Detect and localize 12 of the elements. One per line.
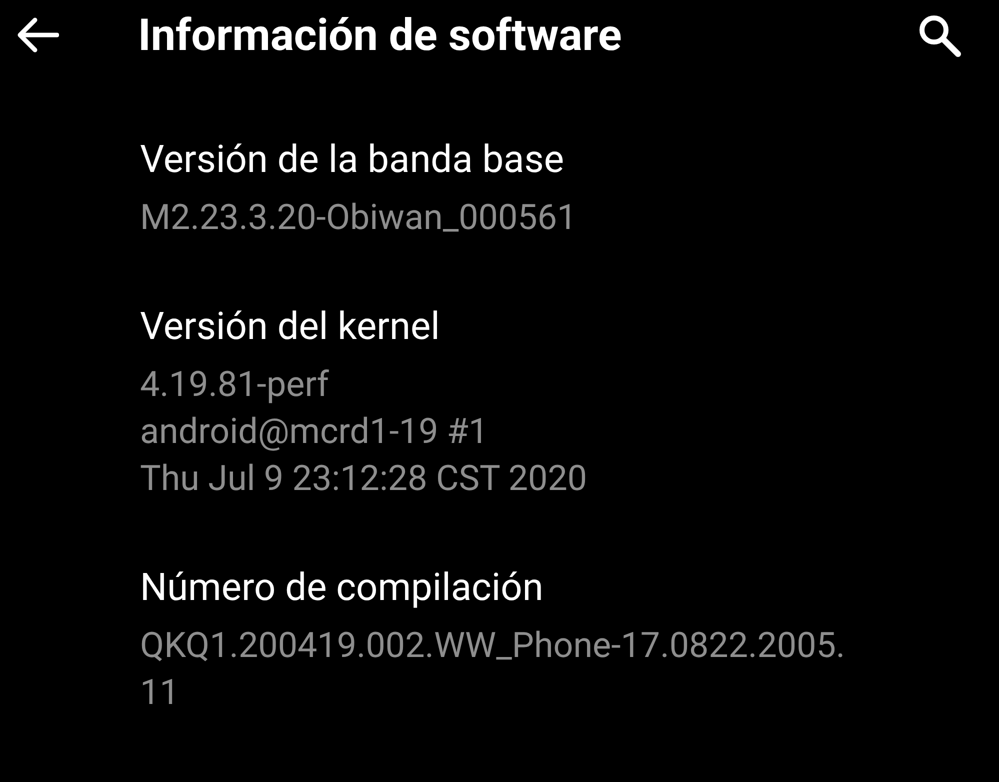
- back-arrow-icon: [17, 17, 59, 53]
- setting-title: Versión de la banda base: [140, 137, 565, 184]
- setting-value: M2.23.3.20-Obiwan_000561: [140, 196, 578, 240]
- setting-value: 4.19.81-perf: [140, 363, 330, 407]
- setting-value: Thu Jul 9 23:12:28 CST 2020: [140, 457, 588, 501]
- screen-title: Información de software: [138, 9, 622, 61]
- setting-title: Versión del kernel: [140, 304, 441, 351]
- setting-value: QKQ1.200419.002.WW_Phone-17.0822.2005.: [140, 624, 846, 668]
- setting-value: 11: [140, 671, 180, 715]
- setting-value: android@mcrd1-19 #1: [140, 410, 490, 454]
- setting-title: Número de compilación: [140, 565, 544, 612]
- search-icon: [917, 13, 961, 57]
